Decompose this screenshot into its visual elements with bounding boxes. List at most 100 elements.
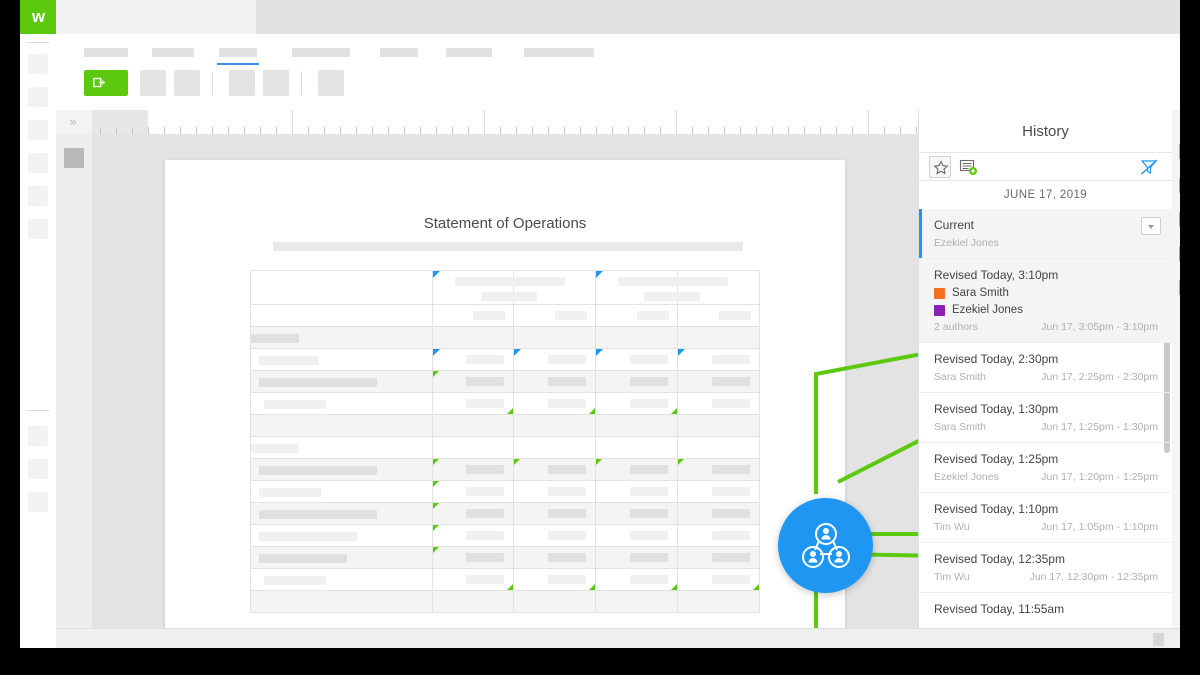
table-row[interactable] bbox=[250, 348, 760, 371]
data-cell[interactable] bbox=[595, 568, 679, 591]
chevron-double-right-icon[interactable]: » bbox=[64, 114, 82, 130]
row-label-cell[interactable] bbox=[250, 326, 433, 349]
data-cell[interactable] bbox=[595, 546, 679, 569]
left-rail-item-7[interactable] bbox=[28, 426, 48, 446]
ribbon-tool-5[interactable] bbox=[263, 70, 289, 96]
data-cell[interactable] bbox=[677, 304, 760, 327]
data-cell[interactable] bbox=[513, 568, 597, 591]
data-cell[interactable] bbox=[677, 326, 760, 349]
data-cell[interactable] bbox=[595, 270, 729, 305]
star-icon[interactable] bbox=[929, 156, 951, 178]
data-cell[interactable] bbox=[595, 524, 679, 547]
data-cell[interactable] bbox=[431, 348, 515, 371]
data-cell[interactable] bbox=[513, 370, 597, 393]
table-row[interactable] bbox=[250, 270, 760, 305]
ribbon-tool-4[interactable] bbox=[229, 70, 255, 96]
row-label-cell[interactable] bbox=[250, 392, 433, 415]
ribbon-tab-2[interactable] bbox=[152, 48, 194, 57]
data-cell[interactable] bbox=[677, 392, 760, 415]
data-cell[interactable] bbox=[431, 304, 515, 327]
filter-off-icon[interactable] bbox=[1138, 156, 1160, 178]
data-cell[interactable] bbox=[431, 414, 515, 437]
data-cell[interactable] bbox=[431, 458, 515, 481]
data-cell[interactable] bbox=[677, 348, 760, 371]
table-row[interactable] bbox=[250, 568, 760, 591]
right-rail-item-5[interactable] bbox=[1179, 280, 1180, 295]
history-entry[interactable]: Current Ezekiel Jones bbox=[919, 209, 1172, 259]
data-cell[interactable] bbox=[595, 414, 679, 437]
gutter-handle[interactable] bbox=[64, 148, 84, 168]
ribbon-tab-6[interactable] bbox=[446, 48, 492, 57]
history-entry-list[interactable]: Current Ezekiel Jones Revised Today, 3:10p… bbox=[919, 209, 1172, 624]
table-row[interactable] bbox=[250, 392, 760, 415]
row-label-cell[interactable] bbox=[250, 480, 433, 503]
data-cell[interactable] bbox=[513, 590, 597, 613]
data-cell[interactable] bbox=[431, 436, 515, 459]
history-entry[interactable]: Revised Today, 12:35pm Tim Wu Jun 17, 12:3… bbox=[919, 543, 1172, 593]
data-cell[interactable] bbox=[677, 458, 760, 481]
data-cell[interactable] bbox=[513, 524, 597, 547]
data-cell[interactable] bbox=[513, 326, 597, 349]
data-cell[interactable] bbox=[677, 270, 760, 305]
ribbon-tab-7[interactable] bbox=[524, 48, 594, 57]
left-rail-item-4[interactable] bbox=[28, 153, 48, 173]
left-rail-item-6[interactable] bbox=[28, 219, 48, 239]
add-note-icon[interactable] bbox=[957, 156, 979, 178]
data-cell[interactable] bbox=[595, 436, 679, 459]
table-row[interactable] bbox=[250, 480, 760, 503]
data-cell[interactable] bbox=[595, 326, 679, 349]
data-cell[interactable] bbox=[595, 590, 679, 613]
ribbon-tool-2[interactable] bbox=[140, 70, 166, 96]
data-cell[interactable] bbox=[595, 370, 679, 393]
row-label-cell[interactable] bbox=[250, 590, 433, 613]
data-cell[interactable] bbox=[677, 502, 760, 525]
row-label-cell[interactable] bbox=[250, 568, 433, 591]
ribbon-tab-3-active[interactable] bbox=[217, 48, 259, 65]
history-entry[interactable]: Revised Today, 1:30pm Sara Smith Jun 17, 1… bbox=[919, 393, 1172, 443]
data-cell[interactable] bbox=[513, 436, 597, 459]
data-cell[interactable] bbox=[431, 524, 515, 547]
document-tab[interactable] bbox=[56, 0, 256, 34]
history-entry[interactable]: Revised Today, 3:10pm Sara Smith Ezekiel J… bbox=[919, 259, 1172, 343]
data-cell[interactable] bbox=[595, 502, 679, 525]
data-cell[interactable] bbox=[513, 502, 597, 525]
data-cell[interactable] bbox=[677, 370, 760, 393]
data-cell[interactable] bbox=[677, 480, 760, 503]
table-row[interactable] bbox=[250, 458, 760, 481]
left-rail-item-8[interactable] bbox=[28, 459, 48, 479]
data-cell[interactable] bbox=[595, 348, 679, 371]
data-cell[interactable] bbox=[431, 270, 565, 305]
data-cell[interactable] bbox=[431, 326, 515, 349]
right-rail-item-3[interactable] bbox=[1179, 212, 1180, 227]
row-label-cell[interactable] bbox=[250, 348, 433, 371]
ribbon-tab-4[interactable] bbox=[292, 48, 350, 57]
data-cell[interactable] bbox=[513, 348, 597, 371]
horizontal-ruler[interactable] bbox=[92, 110, 918, 134]
table-row[interactable] bbox=[250, 414, 760, 437]
ribbon-tab-5[interactable] bbox=[380, 48, 418, 57]
data-cell[interactable] bbox=[677, 590, 760, 613]
status-bar-handle[interactable] bbox=[1153, 633, 1164, 646]
data-cell[interactable] bbox=[677, 414, 760, 437]
data-cell[interactable] bbox=[513, 546, 597, 569]
data-cell[interactable] bbox=[513, 270, 597, 305]
ribbon-tab-1[interactable] bbox=[84, 48, 128, 57]
export-button[interactable] bbox=[84, 70, 128, 96]
data-cell[interactable] bbox=[595, 304, 679, 327]
data-cell[interactable] bbox=[431, 480, 515, 503]
data-cell[interactable] bbox=[677, 436, 760, 459]
ribbon-tool-6[interactable] bbox=[318, 70, 344, 96]
data-cell[interactable] bbox=[431, 502, 515, 525]
right-rail-item-1[interactable] bbox=[1179, 144, 1180, 159]
data-cell[interactable] bbox=[431, 392, 515, 415]
history-entry[interactable]: Revised Today, 11:55am bbox=[919, 593, 1172, 624]
row-label-cell[interactable] bbox=[250, 270, 433, 305]
data-cell[interactable] bbox=[513, 414, 597, 437]
data-cell[interactable] bbox=[431, 546, 515, 569]
table-row[interactable] bbox=[250, 326, 760, 349]
row-label-cell[interactable] bbox=[250, 546, 433, 569]
table-row[interactable] bbox=[250, 590, 760, 613]
history-entry[interactable]: Revised Today, 2:30pm Sara Smith Jun 17, 2… bbox=[919, 343, 1172, 393]
data-cell[interactable] bbox=[431, 568, 515, 591]
row-label-cell[interactable] bbox=[250, 370, 433, 393]
